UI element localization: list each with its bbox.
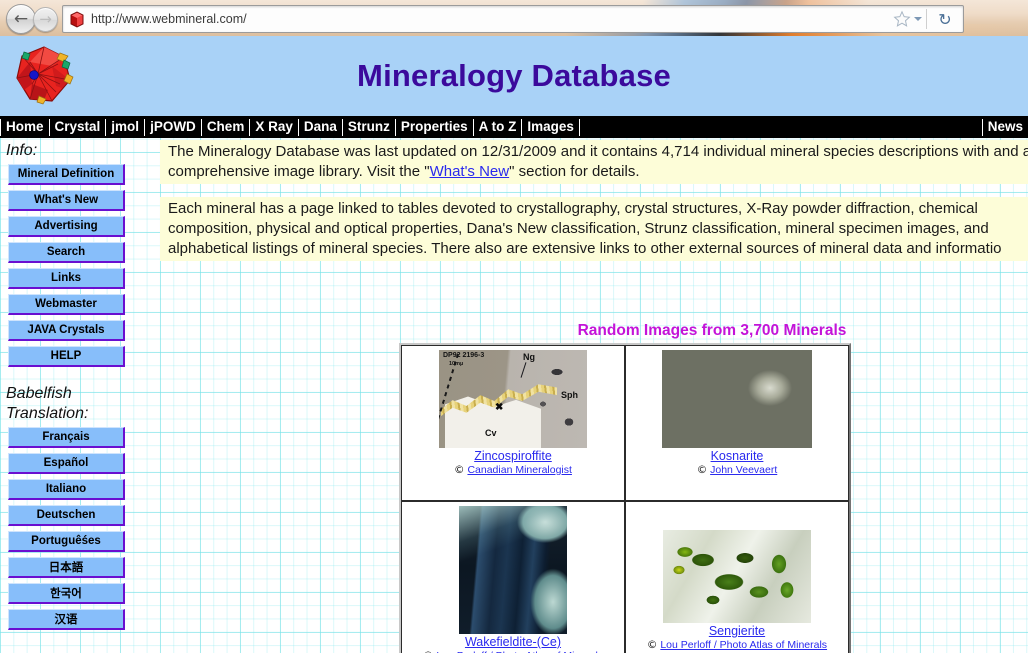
nav-item-images[interactable]: Images — [522, 116, 579, 138]
gallery-link-kosnarite[interactable]: Kosnarite — [626, 449, 848, 463]
gallery-cell-wakefieldite[interactable]: Wakefieldite-(Ce) © Lou Perloff / Photo … — [401, 501, 625, 653]
sidebar-item-whats-new[interactable]: What's New — [8, 190, 125, 211]
sidebar-item-italiano[interactable]: Italiano — [8, 479, 125, 500]
photo-leader-line-ng — [520, 362, 527, 378]
nav-item-home[interactable]: Home — [1, 116, 49, 138]
intro-paragraph: The Mineralogy Database was last updated… — [160, 140, 1028, 184]
gallery-link-wakefieldite[interactable]: Wakefieldite-(Ce) — [402, 635, 624, 649]
intro-text-part3: " section for details. — [509, 163, 640, 180]
gallery-cell-zincospiroffite[interactable]: DP92 2196-3 10mµ Ng Sph Cv ✖ Zincospirof… — [401, 345, 625, 501]
gallery-credit-zincospiroffite: © Canadian Mineralogist — [402, 464, 624, 476]
intro-text-part1: The Mineralogy Database was last updated… — [168, 143, 990, 160]
credit-link-canadian-mineralogist[interactable]: Canadian Mineralogist — [467, 464, 571, 476]
gallery-credit-kosnarite: © John Veevaert — [626, 464, 848, 476]
sidebar-item-deutschen[interactable]: Deutschen — [8, 505, 125, 526]
nav-item-crystal[interactable]: Crystal — [50, 116, 106, 138]
photo-label-ng: Ng — [522, 352, 535, 362]
gallery-link-zincospiroffite[interactable]: Zincospiroffite — [402, 449, 624, 463]
sidebar-item-korean[interactable]: 한국어 — [8, 583, 125, 604]
gallery-credit-sengierite: © Lou Perloff / Photo Atlas of Minerals — [626, 639, 848, 651]
sidebar-item-links[interactable]: Links — [8, 268, 125, 289]
nav-item-jpowd[interactable]: jPOWD — [145, 116, 201, 138]
site-header: Mineralogy Database — [0, 36, 1028, 116]
sidebar-item-advertising[interactable]: Advertising — [8, 216, 125, 237]
sidebar-item-help[interactable]: HELP — [8, 346, 125, 367]
info-button-list: Mineral Definition What's New Advertisin… — [0, 164, 140, 367]
babelfish-heading-line2: Translation: — [6, 405, 89, 422]
star-icon[interactable] — [893, 10, 911, 28]
browser-toolbar: ← → http://www.webmineral.com/ ↻ — [0, 0, 1028, 36]
sidebar-item-portugueses[interactable]: Portuguêśes — [8, 531, 125, 552]
nav-item-chem[interactable]: Chem — [202, 116, 250, 138]
babelfish-heading: Babelfish Translation: — [0, 381, 140, 427]
gallery-cell-kosnarite[interactable]: Kosnarite © John Veevaert — [624, 345, 849, 501]
nav-item-dana[interactable]: Dana — [299, 116, 342, 138]
photo-label-scale: 10mµ — [448, 361, 464, 367]
toolbar-divider — [926, 9, 927, 29]
nav-item-jmol[interactable]: jmol — [106, 116, 144, 138]
sidebar-item-java-crystals[interactable]: JAVA Crystals — [8, 320, 125, 341]
info-heading: Info: — [6, 142, 38, 159]
babelfish-heading-line1: Babelfish — [6, 385, 72, 402]
kosnarite-crystal-photo[interactable] — [661, 350, 812, 448]
sidebar-item-japanese[interactable]: 日本語 — [8, 557, 125, 578]
nav-item-strunz[interactable]: Strunz — [343, 116, 395, 138]
sengierite-crystal-photo[interactable] — [662, 530, 811, 623]
sidebar-item-search[interactable]: Search — [8, 242, 125, 263]
chevron-down-icon[interactable] — [914, 17, 922, 21]
sidebar-item-chinese[interactable]: 汉语 — [8, 609, 125, 630]
random-images-table: DP92 2196-3 10mµ Ng Sph Cv ✖ Zincospirof… — [399, 343, 851, 653]
photo-label-sph: Sph — [560, 390, 578, 400]
url-text: http://www.webmineral.com/ — [91, 12, 247, 26]
photo-label-sample-id: DP92 2196-3 — [442, 352, 485, 359]
screenshot-root: ← → http://www.webmineral.com/ ↻ Mineral… — [0, 0, 1028, 653]
page-title: Mineralogy Database — [357, 58, 671, 93]
wakefieldite-crystal-photo[interactable] — [458, 506, 567, 634]
main-navigation-bar: Home Crystal jmol jPOWD Chem X Ray Dana … — [0, 116, 1028, 138]
gallery-link-sengierite[interactable]: Sengierite — [626, 624, 848, 638]
back-arrow-icon: ← — [13, 8, 29, 29]
table-row: DP92 2196-3 10mµ Ng Sph Cv ✖ Zincospirof… — [401, 345, 849, 501]
photo-label-cv: Cv — [484, 428, 497, 438]
nav-item-a-to-z[interactable]: A to Z — [474, 116, 522, 138]
photo-marker-icon: ✖ — [494, 402, 504, 413]
forward-button[interactable]: → — [33, 7, 58, 32]
copyright-icon: © — [696, 464, 708, 476]
page-viewport: Mineralogy Database Home Crystal jmol jP… — [0, 36, 1028, 653]
red-cube-favicon — [70, 11, 84, 28]
zincospiroffite-micrograph[interactable]: DP92 2196-3 10mµ Ng Sph Cv ✖ — [438, 350, 587, 448]
reload-icon[interactable]: ↻ — [935, 10, 955, 30]
address-bar[interactable]: http://www.webmineral.com/ ↻ — [62, 5, 964, 33]
photo-region-white — [444, 396, 541, 448]
sidebar-item-espanol[interactable]: Español — [8, 453, 125, 474]
sidebar-item-webmaster[interactable]: Webmaster — [8, 294, 125, 315]
sidebar-item-mineral-definition[interactable]: Mineral Definition — [8, 164, 125, 185]
random-images-heading: Random Images from 3,700 Minerals — [577, 322, 847, 339]
copyright-icon: © — [646, 639, 658, 651]
forward-arrow-icon: → — [39, 10, 52, 28]
copyright-icon: © — [454, 464, 465, 476]
table-row: Wakefieldite-(Ce) © Lou Perloff / Photo … — [401, 501, 849, 653]
credit-link-lou-perloff[interactable]: Lou Perloff / Photo Atlas of Minerals — [660, 639, 827, 651]
left-sidebar: Info: Mineral Definition What's New Adve… — [0, 138, 140, 635]
main-content: The Mineralogy Database was last updated… — [160, 140, 1028, 653]
nav-right-group: News — [981, 116, 1028, 138]
description-paragraph: Each mineral has a page linked to tables… — [160, 197, 1028, 261]
whats-new-link[interactable]: What's New — [430, 163, 510, 180]
language-button-list: Français Español Italiano Deutschen Port… — [0, 427, 140, 630]
back-button[interactable]: ← — [6, 4, 36, 34]
nav-item-properties[interactable]: Properties — [396, 116, 473, 138]
nav-separator — [578, 118, 580, 136]
gallery-cell-sengierite[interactable]: Sengierite © Lou Perloff / Photo Atlas o… — [624, 501, 849, 653]
nav-item-news[interactable]: News — [983, 116, 1028, 138]
nav-item-x-ray[interactable]: X Ray — [250, 116, 298, 138]
sidebar-item-francais[interactable]: Français — [8, 427, 125, 448]
credit-link-john-veevaert[interactable]: John Veevaert — [710, 464, 777, 476]
